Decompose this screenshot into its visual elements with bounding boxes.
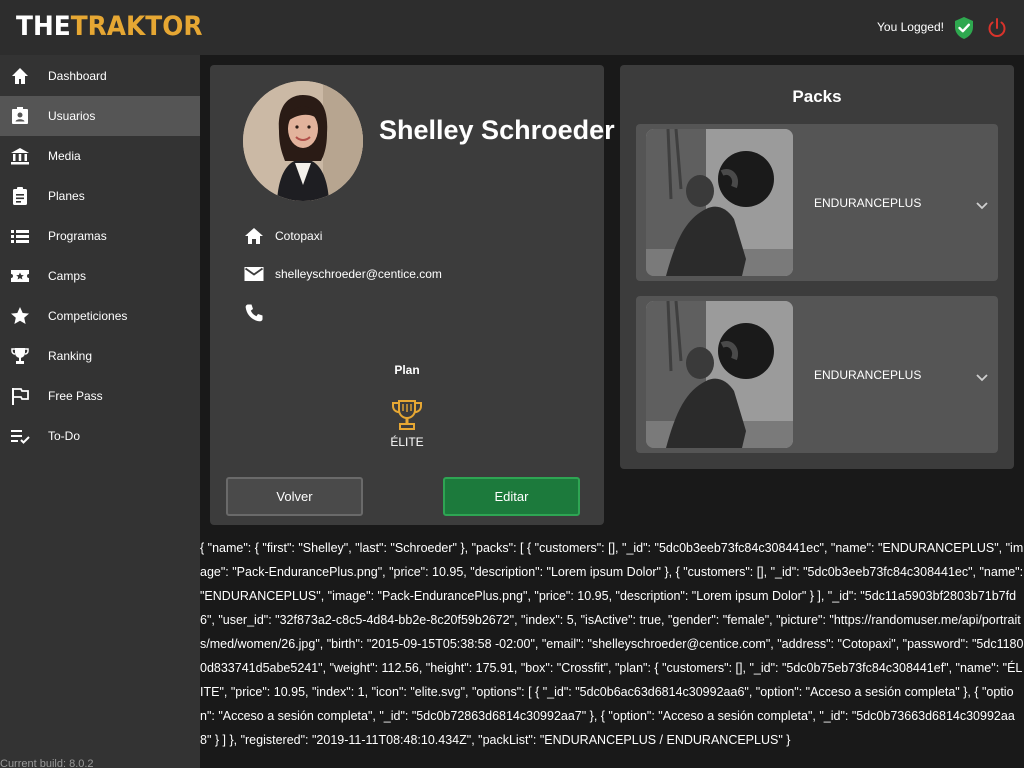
packs-title: Packs — [792, 87, 842, 106]
pack-name: ENDURANCEPLUS — [814, 196, 922, 210]
phone-icon — [243, 302, 265, 324]
sidebar-item-label: Media — [48, 149, 81, 163]
home-icon — [243, 225, 265, 247]
trophy-icon — [390, 398, 424, 432]
star-icon — [9, 305, 31, 327]
sidebar-item-label: Programas — [48, 229, 107, 243]
home-icon — [9, 65, 31, 87]
login-status-text: You Logged! — [877, 20, 944, 34]
app-logo[interactable]: THETRAKTOR — [16, 11, 202, 42]
sidebar-item-to-do[interactable]: To-Do — [0, 416, 200, 456]
sidebar-item-media[interactable]: Media — [0, 136, 200, 176]
sidebar-item-competiciones[interactable]: Competiciones — [0, 296, 200, 336]
sidebar-item-label: Usuarios — [48, 109, 96, 123]
sidebar-item-label: Ranking — [48, 349, 93, 363]
back-button[interactable]: Volver — [226, 477, 363, 516]
list-icon — [9, 225, 31, 247]
pack-image — [646, 129, 793, 276]
user-card-icon — [9, 105, 31, 127]
clipboard-icon — [9, 185, 31, 207]
sidebar-item-label: To-Do — [48, 429, 81, 443]
trophy-icon — [9, 345, 31, 367]
top-header: THETRAKTOR You Logged! — [0, 0, 1024, 55]
sidebar-item-label: Competiciones — [48, 309, 128, 323]
checklist-icon — [9, 425, 31, 447]
sidebar-item-planes[interactable]: Planes — [0, 176, 200, 216]
bank-icon — [9, 145, 31, 167]
user-full-name: Shelley Schroeder — [379, 115, 615, 145]
chevron-down-icon[interactable] — [974, 369, 990, 385]
mail-icon — [243, 263, 265, 285]
power-icon[interactable] — [986, 17, 1008, 39]
sidebar-item-camps[interactable]: Camps — [0, 256, 200, 296]
build-version: Current build: 8.0.2 — [0, 758, 94, 768]
logo-the: THE — [16, 11, 71, 42]
sidebar: Dashboard Usuarios Media Planes Programa… — [0, 55, 200, 768]
address-text: Cotopaxi — [275, 229, 323, 243]
avatar — [243, 81, 363, 201]
user-json-dump: { "name": { "first": "Shelley", "last": … — [200, 541, 1024, 747]
flag-icon — [9, 385, 31, 407]
pack-name: ENDURANCEPLUS — [814, 368, 922, 382]
shield-check-icon — [953, 16, 975, 40]
chevron-down-icon[interactable] — [974, 197, 990, 213]
logo-traktor: TRAKTOR — [70, 11, 203, 42]
ticket-star-icon — [9, 265, 31, 287]
plan-name: ÉLITE — [390, 435, 424, 449]
sidebar-item-label: Planes — [48, 189, 85, 203]
pack-item[interactable]: ENDURANCEPLUS — [636, 296, 998, 453]
sidebar-item-label: Free Pass — [48, 389, 103, 403]
pack-image — [646, 301, 793, 448]
sidebar-item-ranking[interactable]: Ranking — [0, 336, 200, 376]
sidebar-item-label: Dashboard — [48, 69, 107, 83]
plan-label: Plan — [394, 363, 420, 377]
profile-card: Shelley Schroeder Cotopaxi shelleyschroe… — [210, 65, 615, 525]
email-text: shelleyschroeder@centice.com — [275, 267, 442, 281]
sidebar-item-usuarios[interactable]: Usuarios — [0, 96, 200, 136]
sidebar-item-label: Camps — [48, 269, 87, 283]
sidebar-item-free-pass[interactable]: Free Pass — [0, 376, 200, 416]
sidebar-item-dashboard[interactable]: Dashboard — [0, 56, 200, 96]
sidebar-item-programas[interactable]: Programas — [0, 216, 200, 256]
edit-button[interactable]: Editar — [443, 477, 580, 516]
pack-item[interactable]: ENDURANCEPLUS — [636, 124, 998, 281]
packs-card: Packs ENDURANCEPLUS ENDURANCEPLUS — [620, 65, 1014, 469]
